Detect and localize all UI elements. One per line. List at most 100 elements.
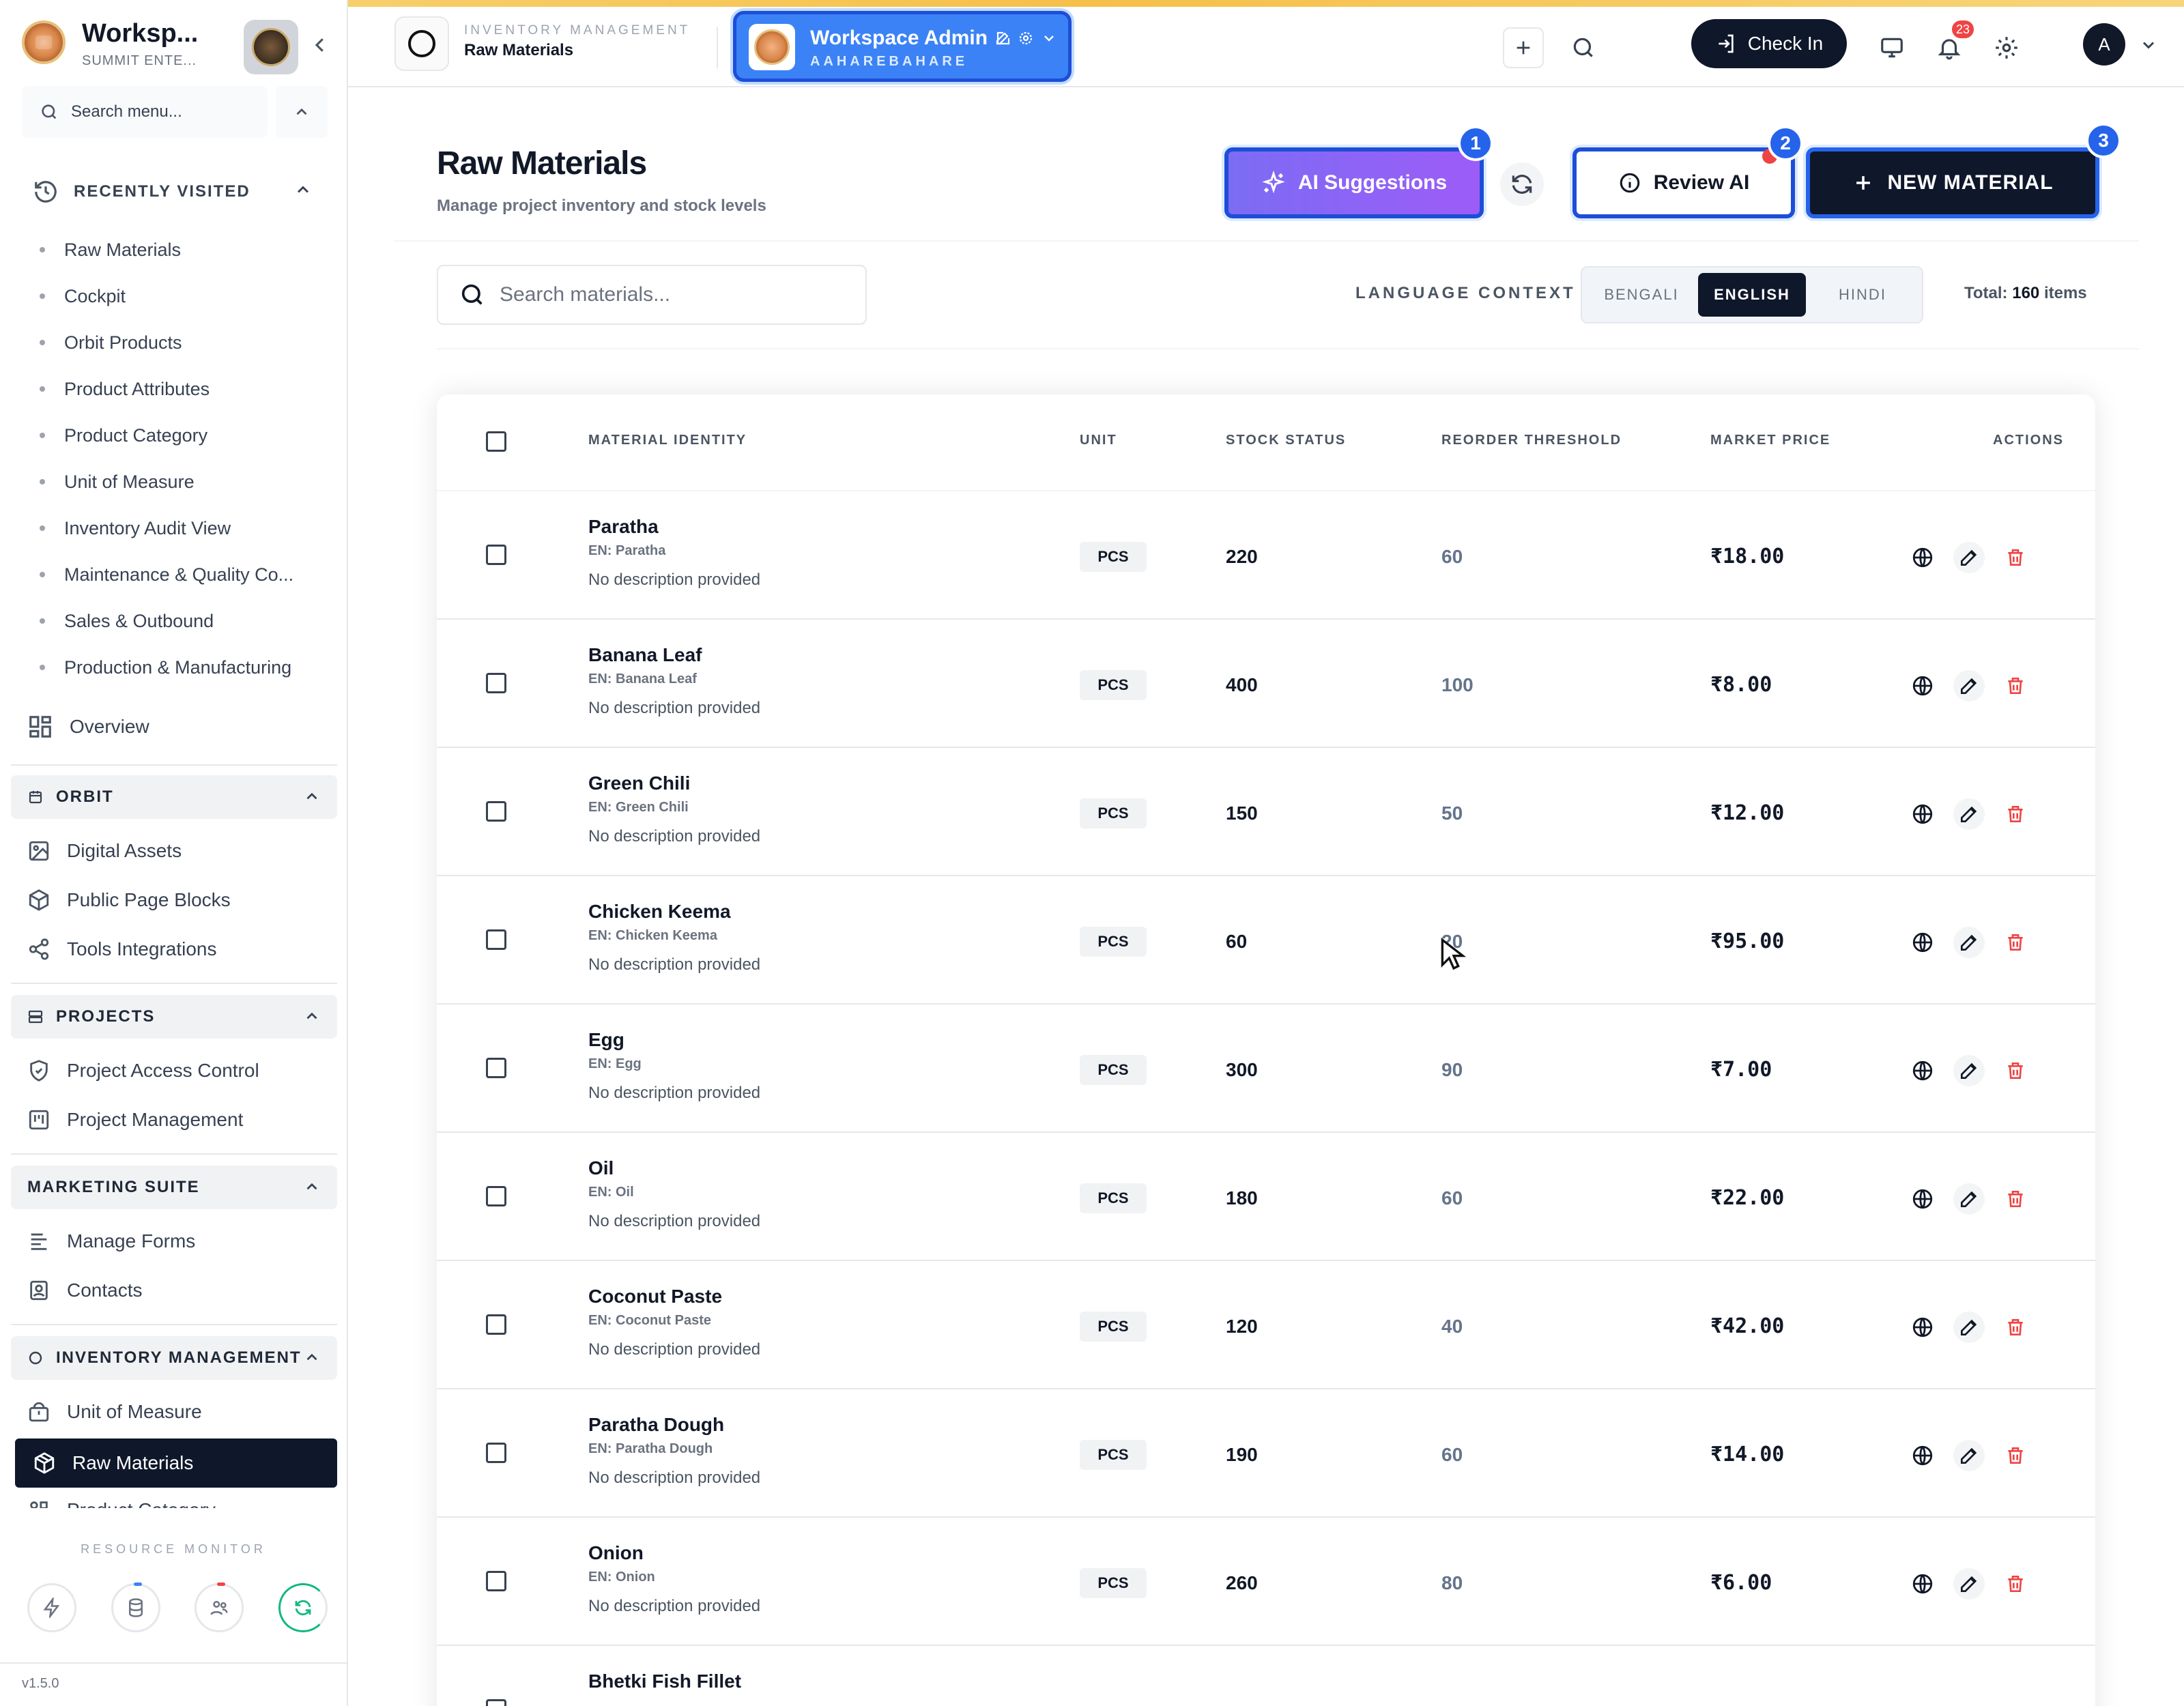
table-row[interactable]: Banana Leaf EN: Banana Leaf No description… bbox=[437, 620, 2095, 748]
section-inventory-management[interactable]: INVENTORY MANAGEMENT bbox=[11, 1336, 337, 1380]
edit-button[interactable] bbox=[1953, 1312, 1985, 1343]
translate-button[interactable] bbox=[1907, 1183, 1938, 1215]
table-row[interactable]: Oil EN: Oil No description provided PCS 180 6… bbox=[437, 1133, 2095, 1261]
sidebar-nav[interactable]: RECENTLY VISITED Raw Materials Cockpit O… bbox=[0, 164, 347, 1508]
sidebar-item-tools-integrations[interactable]: Tools Integrations bbox=[27, 938, 216, 961]
table-row[interactable]: Onion EN: Onion No description provided PCS… bbox=[437, 1518, 2095, 1646]
edit-button[interactable] bbox=[1953, 1055, 1985, 1086]
workspace-logo[interactable] bbox=[22, 20, 66, 64]
recent-item[interactable]: Production & Manufacturing bbox=[40, 644, 293, 691]
sidebar-item-manage-forms[interactable]: Manage Forms bbox=[27, 1230, 195, 1253]
edit-button[interactable] bbox=[1953, 542, 1985, 573]
sidebar-item-contacts[interactable]: Contacts bbox=[27, 1279, 143, 1302]
table-row[interactable]: Coconut Paste EN: Coconut Paste No descrip… bbox=[437, 1261, 2095, 1389]
column-header[interactable]: MATERIAL IDENTITY bbox=[588, 433, 747, 448]
edit-icon[interactable] bbox=[994, 30, 1011, 46]
table-row[interactable]: Chicken Keema EN: Chicken Keema No descrip… bbox=[437, 876, 2095, 1004]
sync-monitor[interactable] bbox=[278, 1583, 328, 1632]
recent-item[interactable]: Cockpit bbox=[40, 273, 293, 319]
delete-button[interactable] bbox=[2000, 542, 2031, 573]
row-checkbox[interactable] bbox=[486, 1314, 506, 1335]
storage-monitor[interactable] bbox=[111, 1582, 160, 1632]
row-checkbox[interactable] bbox=[486, 801, 506, 822]
settings-button[interactable] bbox=[1986, 27, 2027, 68]
recent-item[interactable]: Orbit Products bbox=[40, 319, 293, 366]
edit-button[interactable] bbox=[1953, 927, 1985, 958]
row-checkbox[interactable] bbox=[486, 545, 506, 565]
recent-item[interactable]: Raw Materials bbox=[40, 227, 293, 273]
delete-button[interactable] bbox=[2000, 927, 2031, 958]
translate-button[interactable] bbox=[1907, 927, 1938, 958]
sidebar-search-input[interactable]: Search menu... bbox=[22, 86, 268, 138]
table-row[interactable]: Paratha EN: Paratha No description provide… bbox=[437, 491, 2095, 620]
delete-button[interactable] bbox=[2000, 1440, 2031, 1471]
workspace-switcher-button[interactable]: Workspace Admin AAHAREBAHARE bbox=[733, 11, 1072, 82]
table-row[interactable]: Paratha Dough EN: Paratha Dough No descrip… bbox=[437, 1389, 2095, 1518]
language-option-english[interactable]: ENGLISH bbox=[1698, 273, 1806, 317]
sidebar-item-product-category[interactable]: Product Category bbox=[27, 1499, 216, 1508]
review-ai-button[interactable]: Review AI bbox=[1572, 147, 1795, 218]
add-button[interactable] bbox=[1503, 27, 1544, 68]
sidebar-item-unit-of-measure[interactable]: Unit of Measure bbox=[27, 1400, 202, 1423]
delete-button[interactable] bbox=[2000, 1568, 2031, 1600]
display-button[interactable] bbox=[1871, 27, 1912, 68]
language-option-bengali[interactable]: BENGALI bbox=[1587, 273, 1695, 317]
section-orbit[interactable]: ORBIT bbox=[11, 775, 337, 819]
recent-item[interactable]: Maintenance & Quality Co... bbox=[40, 551, 293, 598]
column-header[interactable]: REORDER THRESHOLD bbox=[1441, 433, 1622, 448]
translate-button[interactable] bbox=[1907, 670, 1938, 702]
translate-button[interactable] bbox=[1907, 1055, 1938, 1086]
row-checkbox[interactable] bbox=[486, 1571, 506, 1591]
materials-search-input[interactable]: Search materials... bbox=[437, 265, 867, 325]
edit-button[interactable] bbox=[1953, 670, 1985, 702]
recent-item[interactable]: Sales & Outbound bbox=[40, 598, 293, 644]
table-row[interactable]: Green Chili EN: Green Chili No description… bbox=[437, 748, 2095, 876]
cpu-monitor[interactable] bbox=[27, 1583, 76, 1632]
sidebar-item-project-management[interactable]: Project Management bbox=[27, 1108, 243, 1131]
recent-item[interactable]: Product Category bbox=[40, 412, 293, 459]
recent-item[interactable]: Product Attributes bbox=[40, 366, 293, 412]
user-menu-toggle[interactable] bbox=[2139, 35, 2158, 58]
section-projects[interactable]: PROJECTS bbox=[11, 995, 337, 1039]
row-checkbox[interactable] bbox=[486, 1443, 506, 1463]
delete-button[interactable] bbox=[2000, 1183, 2031, 1215]
language-option-hindi[interactable]: HINDI bbox=[1809, 273, 1916, 317]
column-header[interactable]: UNIT bbox=[1080, 433, 1117, 448]
users-monitor[interactable] bbox=[195, 1582, 244, 1632]
column-header[interactable]: MARKET PRICE bbox=[1710, 433, 1830, 448]
sidebar-item-digital-assets[interactable]: Digital Assets bbox=[27, 839, 182, 863]
collapse-sidebar-button[interactable] bbox=[310, 33, 330, 61]
table-row[interactable]: Egg EN: Egg No description provided PCS 300 9… bbox=[437, 1004, 2095, 1133]
module-icon[interactable] bbox=[394, 16, 449, 71]
notifications-button[interactable]: 23 bbox=[1929, 19, 1976, 68]
translate-button[interactable] bbox=[1907, 1440, 1938, 1471]
global-search-button[interactable] bbox=[1563, 27, 1604, 68]
edit-button[interactable] bbox=[1953, 1440, 1985, 1471]
sidebar-item-project-access-control[interactable]: Project Access Control bbox=[27, 1059, 259, 1082]
check-in-button[interactable]: Check In bbox=[1691, 19, 1847, 68]
edit-button[interactable] bbox=[1953, 798, 1985, 830]
row-checkbox[interactable] bbox=[486, 673, 506, 693]
edit-button[interactable] bbox=[1953, 1183, 1985, 1215]
sidebar-item-overview[interactable]: Overview bbox=[27, 714, 149, 740]
recent-item[interactable]: Inventory Audit View bbox=[40, 505, 293, 551]
translate-button[interactable] bbox=[1907, 1568, 1938, 1600]
delete-button[interactable] bbox=[2000, 1055, 2031, 1086]
translate-button[interactable] bbox=[1907, 798, 1938, 830]
translate-button[interactable] bbox=[1907, 542, 1938, 573]
gear-icon[interactable] bbox=[1018, 30, 1034, 46]
ai-suggestions-button[interactable]: AI Suggestions bbox=[1224, 147, 1484, 218]
sidebar-item-raw-materials[interactable]: Raw Materials bbox=[15, 1438, 337, 1488]
org-switch-button[interactable] bbox=[233, 18, 308, 76]
user-avatar[interactable]: A bbox=[2083, 23, 2125, 66]
delete-button[interactable] bbox=[2000, 798, 2031, 830]
delete-button[interactable] bbox=[2000, 1312, 2031, 1343]
sidebar-search-toggle[interactable] bbox=[276, 86, 328, 138]
recent-section-header[interactable]: RECENTLY VISITED bbox=[33, 179, 250, 205]
recent-collapse-toggle[interactable] bbox=[293, 180, 313, 203]
refresh-button[interactable] bbox=[1500, 162, 1544, 206]
translate-button[interactable] bbox=[1907, 1312, 1938, 1343]
sidebar-item-public-page-blocks[interactable]: Public Page Blocks bbox=[27, 888, 231, 912]
row-checkbox[interactable] bbox=[486, 1699, 506, 1706]
select-all-checkbox[interactable] bbox=[486, 431, 506, 452]
